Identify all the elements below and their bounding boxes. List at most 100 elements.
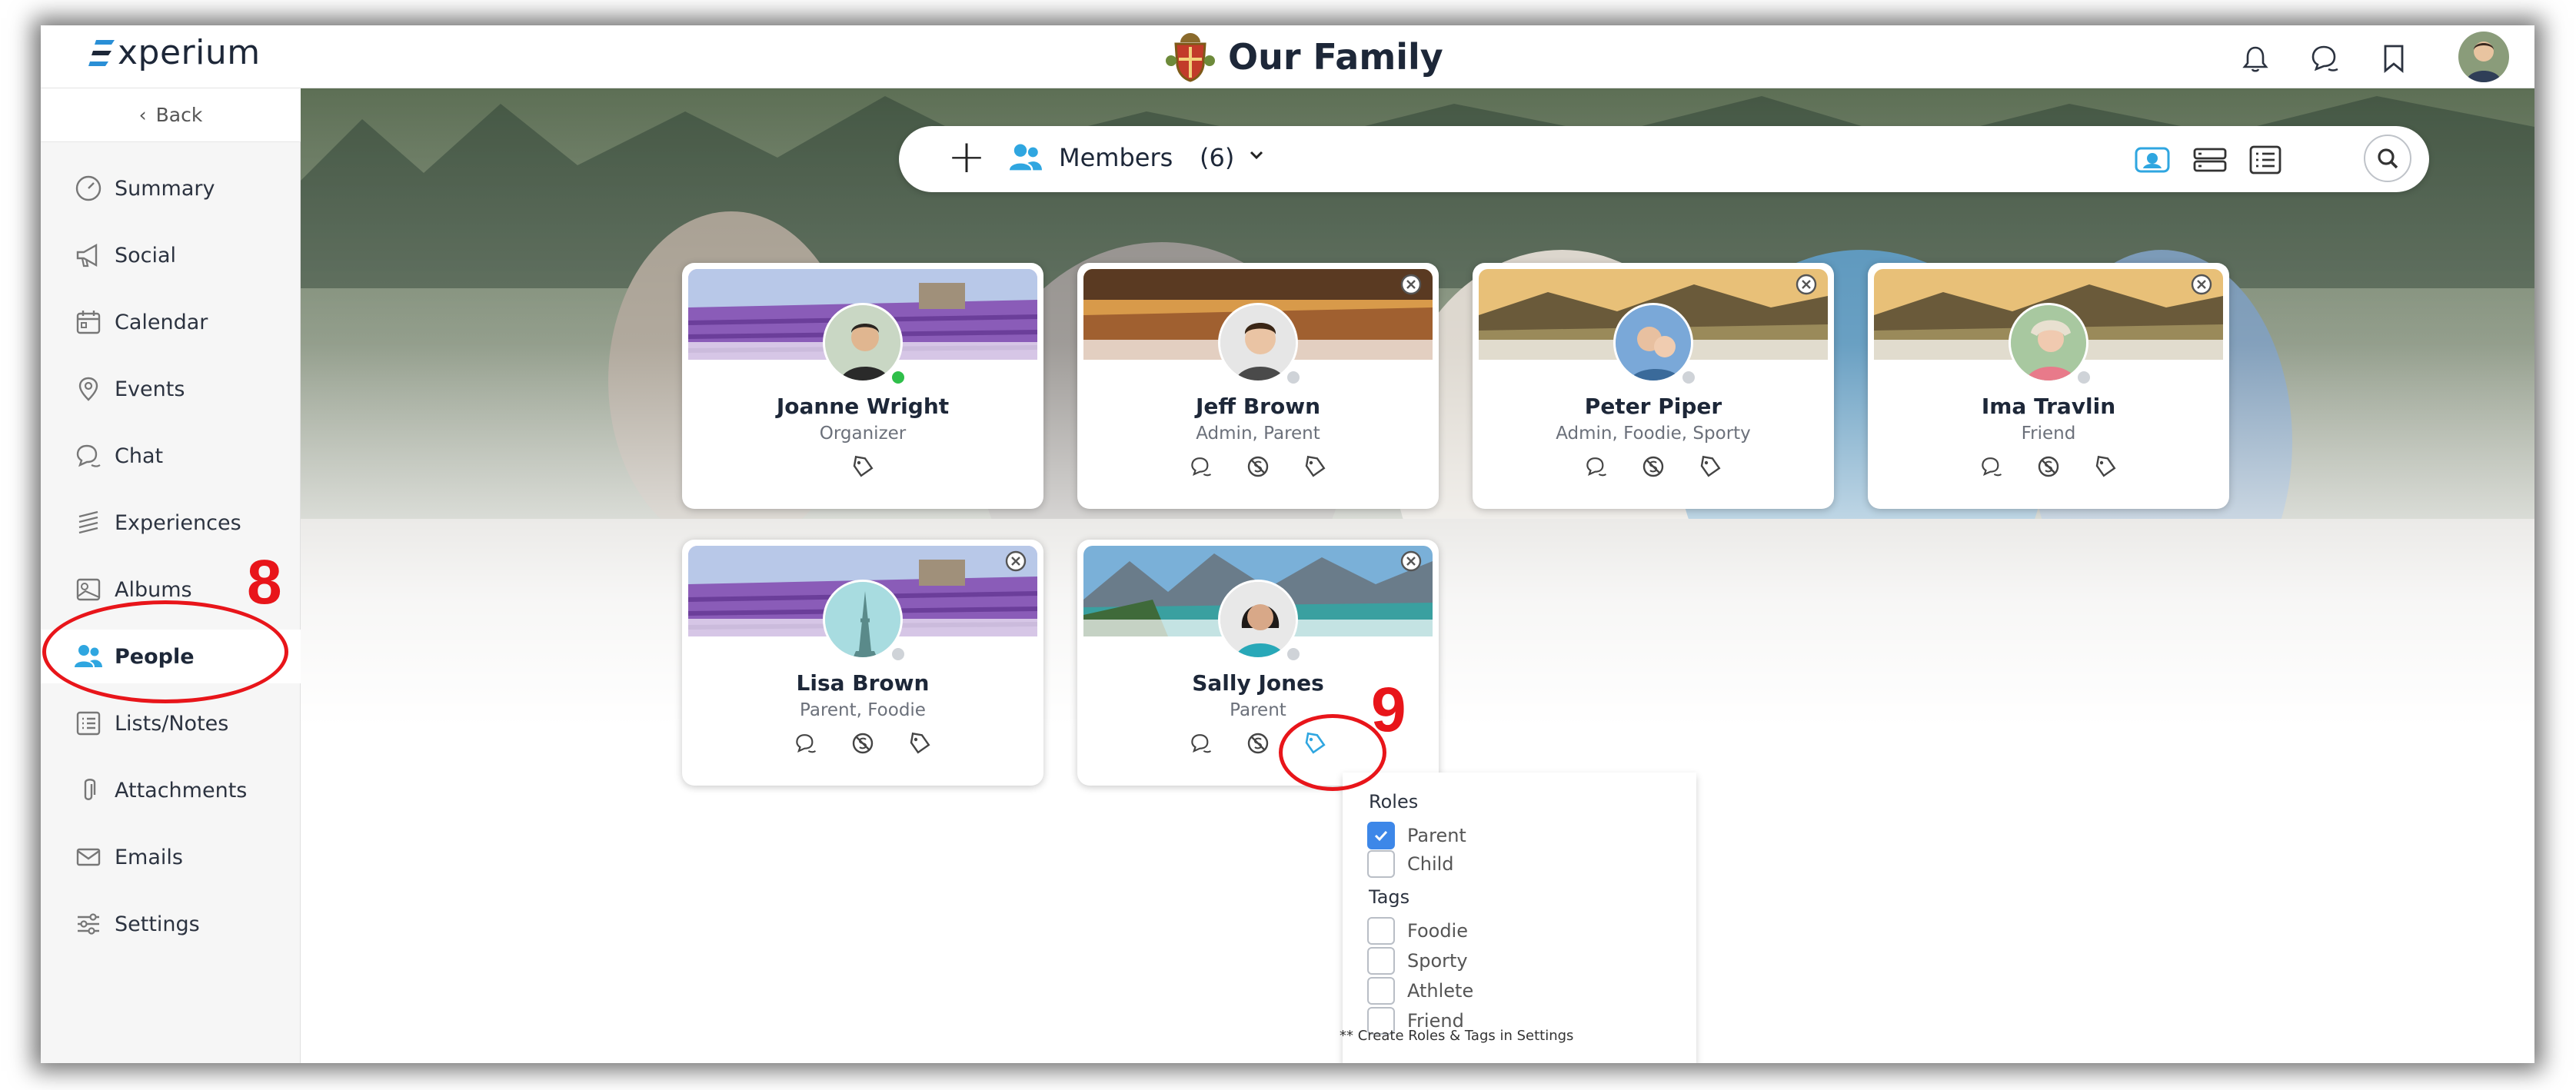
sidebar-item-label: Calendar bbox=[115, 310, 208, 334]
remove-member-button[interactable] bbox=[1794, 272, 1819, 297]
dollar-off-icon[interactable] bbox=[1639, 452, 1668, 481]
paperclip-icon bbox=[73, 775, 104, 806]
members-count[interactable]: (6) bbox=[1200, 143, 1234, 172]
chevron-down-icon[interactable] bbox=[1247, 146, 1266, 168]
option-label: Sporty bbox=[1407, 950, 1468, 972]
chat-icon bbox=[73, 440, 104, 471]
mail-icon bbox=[73, 842, 104, 872]
member-card[interactable]: Jeff Brown Admin, Parent bbox=[1077, 263, 1439, 509]
checkbox-checked[interactable] bbox=[1367, 822, 1395, 849]
sidebar-item-lists-notes[interactable]: Lists/Notes bbox=[41, 696, 301, 750]
remove-member-button[interactable] bbox=[2189, 272, 2214, 297]
tag-option-foodie[interactable]: Foodie bbox=[1367, 917, 1468, 945]
checkbox[interactable] bbox=[1367, 917, 1395, 945]
close-icon bbox=[2191, 274, 2212, 295]
page-title: Our Family bbox=[1165, 30, 1443, 84]
chat-icon[interactable] bbox=[2305, 39, 2344, 78]
member-card[interactable]: Joanne Wright Organizer bbox=[682, 263, 1043, 509]
bookmark-icon[interactable] bbox=[2375, 39, 2413, 78]
back-label: Back bbox=[155, 104, 203, 126]
people-icon bbox=[1007, 141, 1045, 177]
step-number-9: 9 bbox=[1371, 675, 1406, 745]
step-number-8: 8 bbox=[247, 547, 282, 617]
sidebar-item-label: Events bbox=[115, 377, 185, 401]
member-role: Friend bbox=[2021, 424, 2076, 444]
checkbox[interactable] bbox=[1367, 977, 1395, 1005]
member-role: Parent, Foodie bbox=[800, 700, 926, 720]
member-name: Ima Travlin bbox=[1981, 394, 2116, 419]
sidebar-item-emails[interactable]: Emails bbox=[41, 830, 301, 884]
tag-icon[interactable] bbox=[905, 729, 934, 758]
card-view-icon[interactable] bbox=[2133, 143, 2172, 177]
logo[interactable]: xperium bbox=[88, 33, 261, 72]
sidebar-item-events[interactable]: Events bbox=[41, 362, 301, 416]
member-photo bbox=[2009, 303, 2088, 383]
chat-icon[interactable] bbox=[1582, 452, 1611, 481]
tag-option-athlete[interactable]: Athlete bbox=[1367, 977, 1473, 1005]
sidebar-item-label: Social bbox=[115, 243, 177, 268]
main-content: + Members (6) Joanne Wright Organizer Je… bbox=[301, 88, 2534, 1063]
checkbox[interactable] bbox=[1367, 850, 1395, 878]
back-button[interactable]: ‹ Back bbox=[41, 88, 301, 142]
sidebar-item-experiences[interactable]: Experiences bbox=[41, 496, 301, 550]
search-button[interactable] bbox=[2364, 135, 2411, 182]
sidebar-item-attachments[interactable]: Attachments bbox=[41, 763, 301, 817]
list-icon bbox=[73, 708, 104, 739]
member-card[interactable]: Lisa Brown Parent, Foodie bbox=[682, 540, 1043, 786]
tag-icon[interactable] bbox=[2091, 452, 2120, 481]
sidebar-item-calendar[interactable]: Calendar bbox=[41, 295, 301, 349]
screenshot-frame: xperium Our Family ‹ Back Summary Social… bbox=[0, 0, 2576, 1090]
dollar-off-icon[interactable] bbox=[2034, 452, 2063, 481]
family-crest-icon bbox=[1166, 33, 1215, 82]
tag-icon[interactable] bbox=[1300, 452, 1330, 481]
member-card[interactable]: Ima Travlin Friend bbox=[1868, 263, 2229, 509]
close-icon bbox=[1400, 274, 1422, 295]
dollar-off-icon[interactable] bbox=[1243, 452, 1273, 481]
chat-icon[interactable] bbox=[1186, 729, 1216, 758]
member-role: Organizer bbox=[819, 424, 907, 444]
sidebar-item-label: Experiences bbox=[115, 510, 241, 535]
tag-option-sporty[interactable]: Sporty bbox=[1367, 947, 1468, 975]
sidebar-item-summary[interactable]: Summary bbox=[41, 161, 301, 215]
chat-icon[interactable] bbox=[1186, 452, 1216, 481]
member-name: Lisa Brown bbox=[796, 670, 930, 696]
page-title-text: Our Family bbox=[1228, 36, 1443, 78]
remove-member-button[interactable] bbox=[1399, 272, 1423, 297]
dollar-off-icon[interactable] bbox=[848, 729, 877, 758]
image-icon bbox=[73, 574, 104, 605]
member-role: Admin, Foodie, Sporty bbox=[1556, 424, 1751, 444]
close-icon bbox=[1400, 550, 1422, 572]
sidebar-item-label: Emails bbox=[115, 845, 183, 869]
sliders-icon bbox=[73, 909, 104, 939]
remove-member-button[interactable] bbox=[1399, 549, 1423, 573]
tile-view-icon[interactable] bbox=[2191, 143, 2229, 177]
chat-icon[interactable] bbox=[1977, 452, 2006, 481]
sidebar-item-social[interactable]: Social bbox=[41, 228, 301, 282]
sidebar-item-label: Summary bbox=[115, 176, 215, 201]
option-label: Child bbox=[1407, 853, 1454, 875]
chat-icon[interactable] bbox=[791, 729, 820, 758]
dollar-off-icon[interactable] bbox=[1243, 729, 1273, 758]
add-member-button[interactable]: + bbox=[945, 134, 988, 180]
roles-tags-dropdown: Roles Parent Child Tags Foodie Sporty At… bbox=[1340, 773, 1696, 1063]
option-label: Parent bbox=[1407, 825, 1466, 846]
role-option-child[interactable]: Child bbox=[1367, 850, 1454, 878]
checkbox[interactable] bbox=[1367, 947, 1395, 975]
sidebar-item-chat[interactable]: Chat bbox=[41, 429, 301, 483]
tags-heading: Tags bbox=[1369, 886, 1410, 908]
tag-icon[interactable] bbox=[848, 452, 877, 481]
avatar[interactable] bbox=[2458, 32, 2509, 82]
member-card[interactable]: Peter Piper Admin, Foodie, Sporty bbox=[1473, 263, 1834, 509]
list-view-icon[interactable] bbox=[2246, 143, 2285, 177]
member-photo bbox=[1218, 580, 1298, 660]
bell-icon[interactable] bbox=[2236, 39, 2275, 78]
sidebar-item-label: Attachments bbox=[115, 778, 248, 803]
status-dot bbox=[1680, 369, 1697, 386]
role-option-parent[interactable]: Parent bbox=[1367, 822, 1466, 849]
tag-icon[interactable] bbox=[1696, 452, 1725, 481]
member-name: Peter Piper bbox=[1584, 394, 1722, 419]
status-dot bbox=[890, 646, 907, 663]
sidebar-item-settings[interactable]: Settings bbox=[41, 897, 301, 951]
app-window: xperium Our Family ‹ Back Summary Social… bbox=[41, 25, 2534, 1063]
remove-member-button[interactable] bbox=[1003, 549, 1028, 573]
